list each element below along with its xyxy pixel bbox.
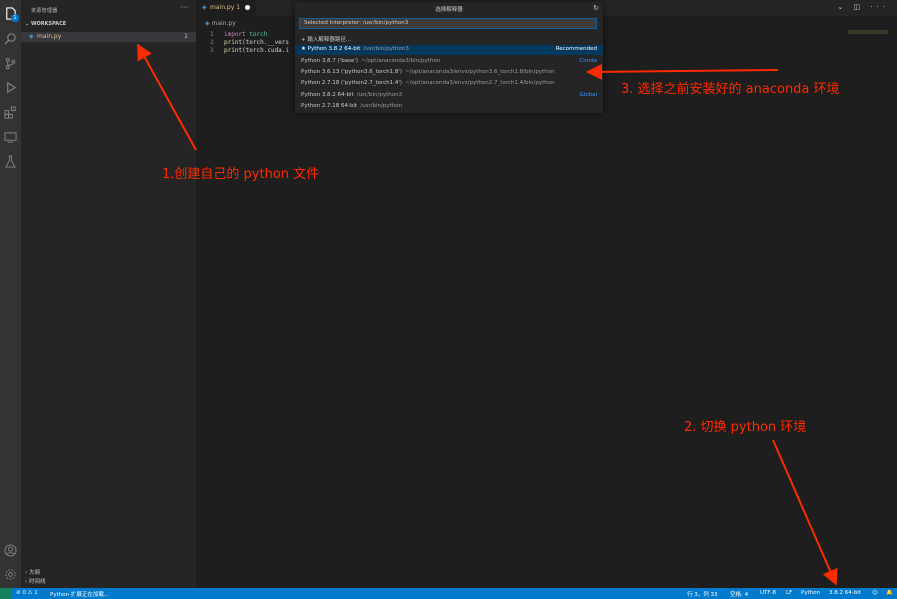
quick-pick-item-python36[interactable]: Python 3.6.13 ('python3.6_torch1.8') ~/op… <box>295 68 603 78</box>
code-line: 2 print(torch.__vers <box>210 39 290 46</box>
feedback-icon[interactable]: ☺ <box>872 590 878 596</box>
status-bar: ⊘ 0 ⚠ 1 Python 扩展正在加载... 行 3，列 33 空格: 4 … <box>0 588 897 599</box>
unsaved-dot-icon[interactable] <box>245 5 250 10</box>
explorer-badge: 1 <box>11 14 19 22</box>
file-name: main.py <box>37 33 62 40</box>
arrow-to-status-interpreter <box>772 439 838 586</box>
remote-indicator-icon[interactable] <box>0 588 12 599</box>
problems-indicator[interactable]: ⊘ 0 ⚠ 1 <box>16 590 38 596</box>
explorer-sidebar: 资源管理器 ··· ⌄ WORKSPACE ◈ main.py 1 › 大纲 ›… <box>21 0 196 588</box>
extensions-icon[interactable] <box>3 105 17 119</box>
manage-gear-icon[interactable] <box>3 567 17 581</box>
quick-pick-item-conda-base[interactable]: Python 3.8.7 ('base') ~/opt/anaconda3/bin… <box>295 57 603 67</box>
code-editor[interactable]: 1 import torch 2 print(torch.__vers 3 print… <box>210 31 289 55</box>
run-debug-icon[interactable] <box>3 80 17 94</box>
quick-pick-item-python27[interactable]: Python 2.7.18 ('python2.7_torch1.4') ~/op… <box>295 79 603 89</box>
outline-section[interactable]: › 大纲 <box>25 568 40 576</box>
extension-loading-message: Python 扩展正在加载... <box>50 592 110 598</box>
annotation-step2: 2. 切换 python 环境 <box>684 420 807 435</box>
sidebar-title: 资源管理器 <box>31 8 58 14</box>
annotation-step3: 3. 选择之前安装好的 anaconda 环境 <box>621 82 840 97</box>
breadcrumb[interactable]: ◈ main.py <box>205 20 236 27</box>
end-of-line[interactable]: LF <box>786 590 792 596</box>
file-item-main-py[interactable]: ◈ main.py 1 <box>21 32 196 42</box>
minimap[interactable] <box>848 30 888 34</box>
refresh-icon[interactable]: ↻ <box>593 4 599 12</box>
quick-pick-item-python27-system[interactable]: Python 2.7.18 64-bit/usr/bin/python <box>295 102 603 112</box>
interpreter-search-input[interactable]: Selected Interpreter: /usr/bin/python3 <box>299 18 597 29</box>
interpreter-quick-pick: 选择解释器 ↻ Selected Interpreter: /usr/bin/p… <box>295 2 603 113</box>
workspace-header[interactable]: ⌄ WORKSPACE <box>25 21 66 27</box>
activity-bar: 1 <box>0 0 21 588</box>
problem-count-badge: 1 <box>184 33 188 40</box>
quick-pick-item-enter-path[interactable]: + 输入解释器路径... <box>295 34 603 44</box>
python-file-icon: ◈ <box>202 4 207 11</box>
encoding[interactable]: UTF-8 <box>760 590 776 596</box>
python-interpreter-selector[interactable]: 3.8.2 64-bit <box>829 590 861 596</box>
code-line: 1 import torch <box>210 31 268 38</box>
notifications-bell-icon[interactable]: 🔔 <box>886 590 893 596</box>
language-mode[interactable]: Python <box>801 590 820 596</box>
cursor-position[interactable]: 行 3，列 33 <box>687 590 718 598</box>
editor-actions[interactable]: ⌄ ◫ ··· <box>837 3 889 11</box>
remote-explorer-icon[interactable] <box>3 130 17 144</box>
indentation[interactable]: 空格: 4 <box>730 590 748 598</box>
timeline-section[interactable]: › 时间线 <box>25 577 45 585</box>
more-actions-icon[interactable]: ··· <box>180 3 188 12</box>
tab-label: main.py 1 <box>210 4 241 11</box>
account-icon[interactable] <box>3 543 17 557</box>
chevron-right-icon: › <box>25 579 28 585</box>
chevron-right-icon: › <box>25 570 28 576</box>
quick-pick-title: 选择解释器 <box>435 7 463 13</box>
arrow-to-conda-item <box>586 63 779 80</box>
testing-icon[interactable] <box>3 154 17 168</box>
search-icon[interactable] <box>3 31 17 45</box>
code-line: 3 print(torch.cuda.i <box>210 47 290 54</box>
python-file-icon: ◈ <box>29 33 34 40</box>
annotation-step1: 1.创建自己的 python 文件 <box>162 167 320 182</box>
quick-pick-item-global[interactable]: Python 3.8.2 64-bit/usr/bin/python3 Globa… <box>295 91 603 101</box>
tab-main-py[interactable]: ◈ main.py 1 <box>196 0 256 16</box>
quick-pick-item-recommended[interactable]: ★ Python 3.8.2 64-bit/usr/bin/python3 Rec… <box>295 45 603 55</box>
source-control-icon[interactable] <box>3 56 17 70</box>
